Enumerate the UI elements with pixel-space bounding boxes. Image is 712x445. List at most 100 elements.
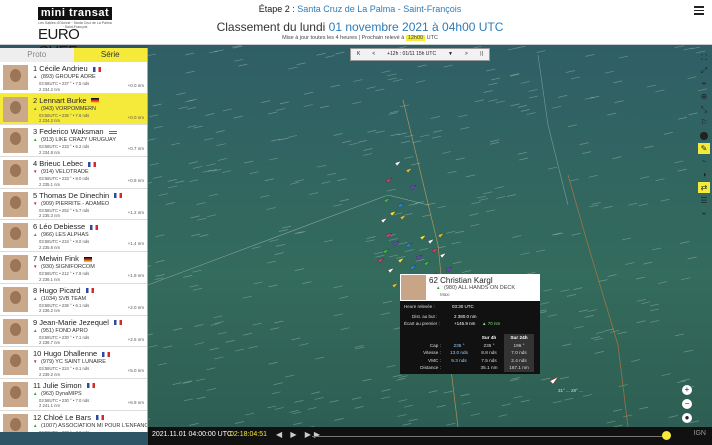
boat-marker[interactable] [399, 214, 407, 221]
boat-marker[interactable] [391, 282, 399, 289]
boat-marker[interactable] [377, 257, 385, 264]
search-zoom-icon[interactable]: ⊕ [698, 91, 710, 102]
boat-speed-info: 03:58UTC • 212 ° • 7.9 nds [39, 271, 90, 277]
wind-streak [604, 70, 614, 74]
ranking-row[interactable]: 11 Julie Simon ▲ (963) DynaMIPS 03:58UTC… [0, 378, 147, 411]
ranking-row[interactable]: 8 Hugo Picard ▲ (1034) SVB TEAM 03:58UTC… [0, 283, 147, 316]
wind-streak [541, 377, 551, 381]
boat-marker[interactable] [405, 167, 413, 174]
wind-streak [290, 181, 300, 185]
boat-marker[interactable] [392, 240, 400, 247]
boat-marker[interactable] [439, 252, 447, 259]
skipper-line: 9 Jean-Marie Jezequel [33, 318, 122, 327]
draw-icon[interactable]: ✎ [698, 143, 710, 154]
boat-marker[interactable] [387, 267, 395, 274]
gap-to-leader: +2.0 nm [127, 304, 144, 310]
boat-marker[interactable] [383, 197, 391, 204]
time-back-button[interactable]: < [372, 49, 375, 60]
boat-marker[interactable] [445, 266, 453, 273]
ranking-row[interactable]: 12 Chloé Le Bars ▲ (1007) ASSOCIATION MI… [0, 410, 147, 432]
stats-cell: 8.8 nds [481, 350, 497, 355]
stats-cell: 9.3 nds [451, 357, 467, 363]
popup-gap-line: Écart au premier : +145.9 nm ▲ 70 nm [404, 321, 500, 326]
wind-streak [266, 260, 276, 264]
fullscreen-icon[interactable]: ⛶ [698, 52, 710, 63]
popup-boat: ▲ (980) ALL HANDS ON DECK [436, 285, 515, 291]
locate-icon[interactable]: ⌖ [698, 78, 710, 89]
wind-streak [292, 411, 302, 415]
ranking-row[interactable]: 5 Thomas De Dinechin ▼ (909) PIERRITE - … [0, 188, 147, 221]
timeline-handle[interactable] [662, 431, 671, 440]
wind-streak [474, 99, 485, 103]
time-first-button[interactable]: K [357, 49, 360, 60]
boat-line: ▼ (909) PIERRITE - ADAMEO [33, 201, 109, 207]
swap-icon[interactable]: ⇄ [698, 182, 710, 193]
wind-streak [294, 400, 304, 403]
boat-marker[interactable] [431, 247, 439, 254]
boat-marker[interactable] [415, 254, 423, 261]
stats-row: Sur 4h Sur 24h [400, 334, 540, 342]
wind-streak [607, 112, 617, 116]
ranking-row[interactable]: 1 Cécile Andrieu ▲ (893) GROUPE ADRE 03:… [0, 62, 147, 94]
boat-marker[interactable] [389, 210, 397, 217]
time-forward-button[interactable]: > [465, 49, 468, 60]
wind-streak [176, 92, 186, 96]
list-icon[interactable]: ☰ [698, 195, 710, 206]
boat-marker[interactable] [397, 257, 405, 264]
zoom-reset-button[interactable]: ● [682, 413, 692, 423]
signal-icon[interactable]: ⌁ [698, 208, 710, 219]
stats-row: Distance : 35.1 nm 167.1 nm [400, 364, 540, 372]
tab-serie[interactable]: Série [73, 48, 147, 62]
tab-proto[interactable]: Proto [0, 48, 74, 62]
boat-marker[interactable] [405, 242, 413, 249]
wind-streak [197, 217, 207, 221]
wind-icon[interactable]: ~ [698, 156, 710, 167]
ranking-row[interactable]: 2 Lennart Burke ▲ (943) VORPOMMERN 03:58… [0, 93, 147, 126]
boat-marker[interactable] [382, 248, 390, 255]
layer-icon[interactable]: ⬤ [698, 130, 710, 141]
boat-marker[interactable] [437, 232, 445, 239]
contrast-icon[interactable]: ◑ [698, 169, 710, 180]
hamburger-menu-icon[interactable] [694, 6, 704, 15]
wind-streak [571, 233, 581, 236]
playback-controls[interactable]: ◀ ▶ ▶▶ [276, 430, 323, 439]
logo-mini-transat: mini transat [38, 7, 112, 20]
wind-streak [167, 179, 177, 182]
boat-marker[interactable] [549, 376, 559, 385]
skipper-rank: 6 [33, 222, 38, 232]
wind-streak [652, 247, 662, 251]
boat-marker[interactable] [380, 217, 388, 224]
ranking-row[interactable]: 4 Brieuc Lebec ▼ (914) VELOTRADE 03:58UT… [0, 157, 147, 189]
gap-to-leader: +0.0 nm [127, 114, 144, 120]
stats-cell [444, 334, 474, 342]
boat-marker[interactable] [397, 202, 405, 209]
boat-marker[interactable] [385, 177, 393, 184]
measure-icon[interactable]: ⤡ [698, 104, 710, 115]
wind-streak [681, 277, 691, 281]
wind-streak [650, 303, 660, 307]
ranking-row[interactable]: 3 Federico Waksman ▲ (913) LIKE CRAZY UR… [0, 125, 147, 158]
forecast-dropdown-icon[interactable]: ▼ [448, 49, 453, 60]
boat-marker[interactable] [419, 234, 427, 241]
flag-icon[interactable]: ⚐ [698, 117, 710, 128]
timeline-track[interactable] [312, 435, 664, 437]
boat-line: ▲ (1034) SVB TEAM [33, 296, 86, 302]
zoom-out-button[interactable]: − [682, 399, 692, 409]
wind-streak [455, 157, 465, 161]
boat-marker[interactable] [409, 184, 417, 191]
time-last-button[interactable]: ⟩| [480, 49, 483, 60]
ranking-row[interactable]: 9 Jean-Marie Jezequel ▲ (951) FOND APRO … [0, 315, 147, 348]
boat-marker[interactable] [394, 160, 402, 167]
boat-marker[interactable] [427, 238, 435, 245]
ranking-row[interactable]: 6 Léo Debiesse ▲ (966) LES ALPHAS 03:58U… [0, 220, 147, 253]
ranking-row[interactable]: 7 Melwin Fink ▼ (930) SIGNIFORCOM 03:58U… [0, 252, 147, 284]
popup-dist-line: Dist. au but : 2 380.0 nm [412, 314, 477, 319]
stats-cell: 7.0 nds [504, 349, 534, 357]
flag-icon [114, 193, 123, 199]
boat-marker[interactable] [409, 264, 417, 271]
ranking-row[interactable]: 10 Hugo Dhallenne ▼ (979) YC SAINT LUNAI… [0, 347, 147, 379]
boat-marker[interactable] [423, 260, 431, 267]
expand-icon[interactable]: ⤢ [698, 65, 710, 76]
wind-streak [392, 79, 403, 82]
zoom-in-button[interactable]: + [682, 385, 692, 395]
